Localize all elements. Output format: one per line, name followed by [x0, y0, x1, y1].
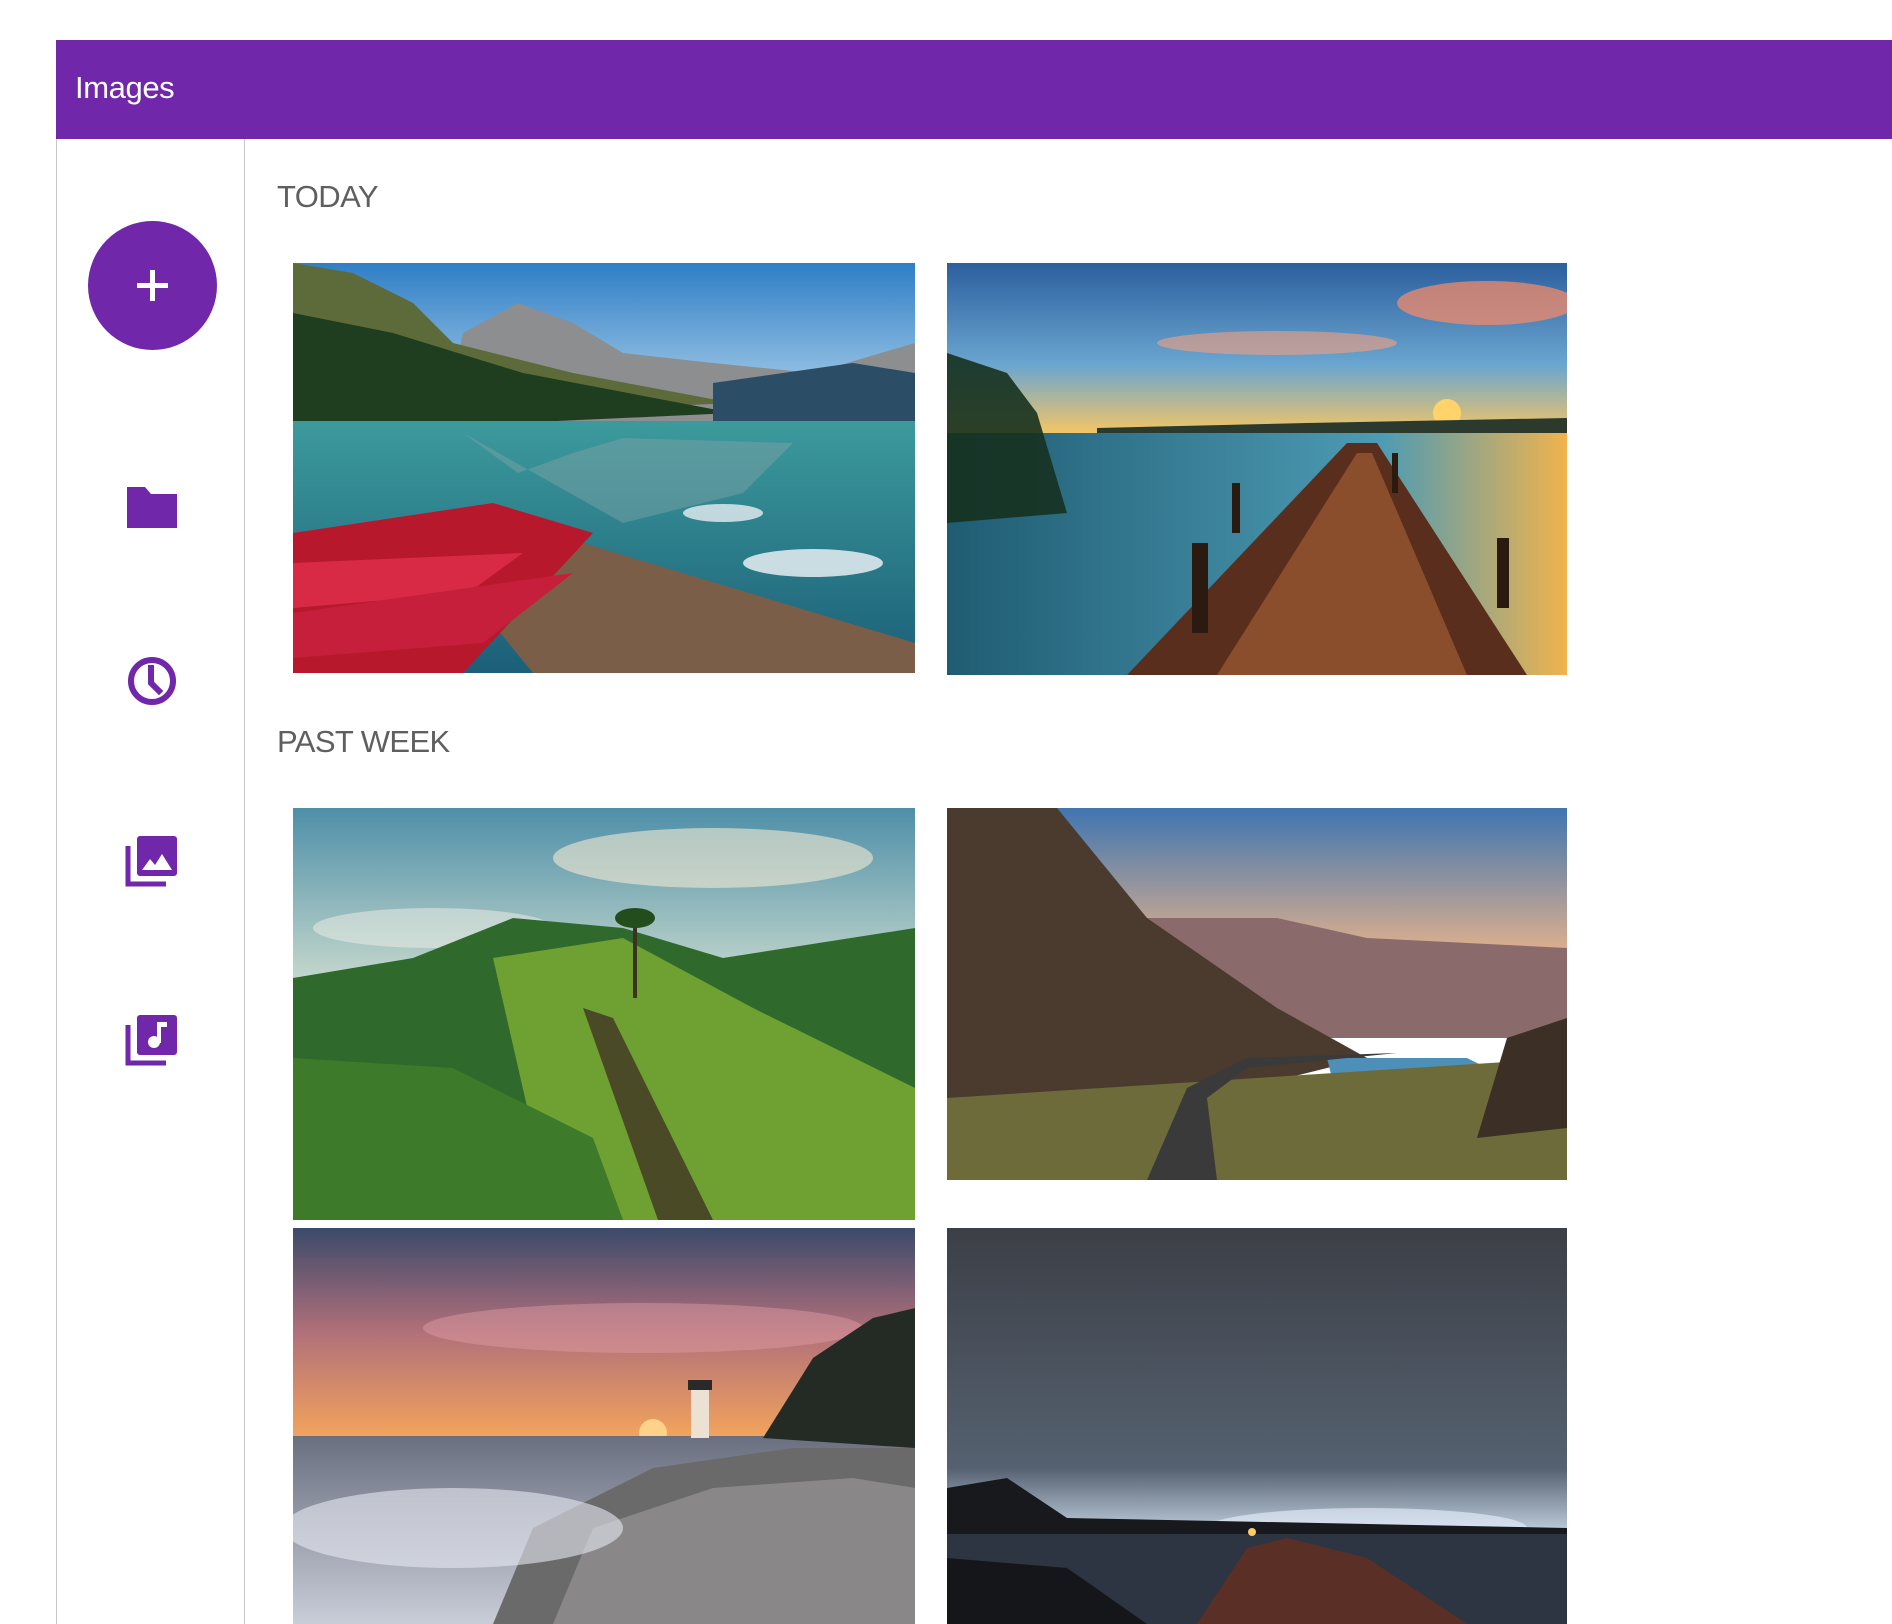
lighthouse-image [293, 1228, 915, 1624]
pier-sunset-image [947, 263, 1567, 675]
photo-green-hill[interactable] [293, 808, 915, 1220]
photo-lighthouse[interactable] [293, 1228, 915, 1624]
section-heading-past-week: PAST WEEK [277, 724, 450, 759]
section-heading-today: TODAY [277, 179, 379, 214]
add-button[interactable] [88, 221, 217, 350]
photo-pier-sunset[interactable] [947, 263, 1567, 675]
images-app: Images TODAY PAST WEEK [56, 40, 1892, 1624]
green-hill-image [293, 808, 915, 1220]
nav-photo-library[interactable] [124, 832, 180, 888]
app-bar: Images [56, 40, 1892, 139]
plus-icon [137, 270, 168, 301]
app-title: Images [75, 70, 175, 105]
folder-icon [127, 487, 177, 528]
nav-folders[interactable] [124, 479, 180, 535]
music-library-icon [125, 1015, 177, 1066]
mountain-road-image [947, 808, 1567, 1180]
gallery-content: TODAY PAST WEEK [245, 139, 1892, 1624]
photo-night-sky[interactable] [947, 1228, 1567, 1624]
night-sky-image [947, 1228, 1567, 1624]
sidebar [56, 139, 245, 1624]
mountain-lake-image [293, 263, 915, 673]
photo-mountain-lake[interactable] [293, 263, 915, 673]
clock-icon [128, 657, 176, 705]
nav-music-library[interactable] [124, 1011, 180, 1067]
nav-recent[interactable] [124, 653, 180, 709]
photo-library-icon [125, 836, 177, 887]
photo-mountain-road[interactable] [947, 808, 1567, 1180]
